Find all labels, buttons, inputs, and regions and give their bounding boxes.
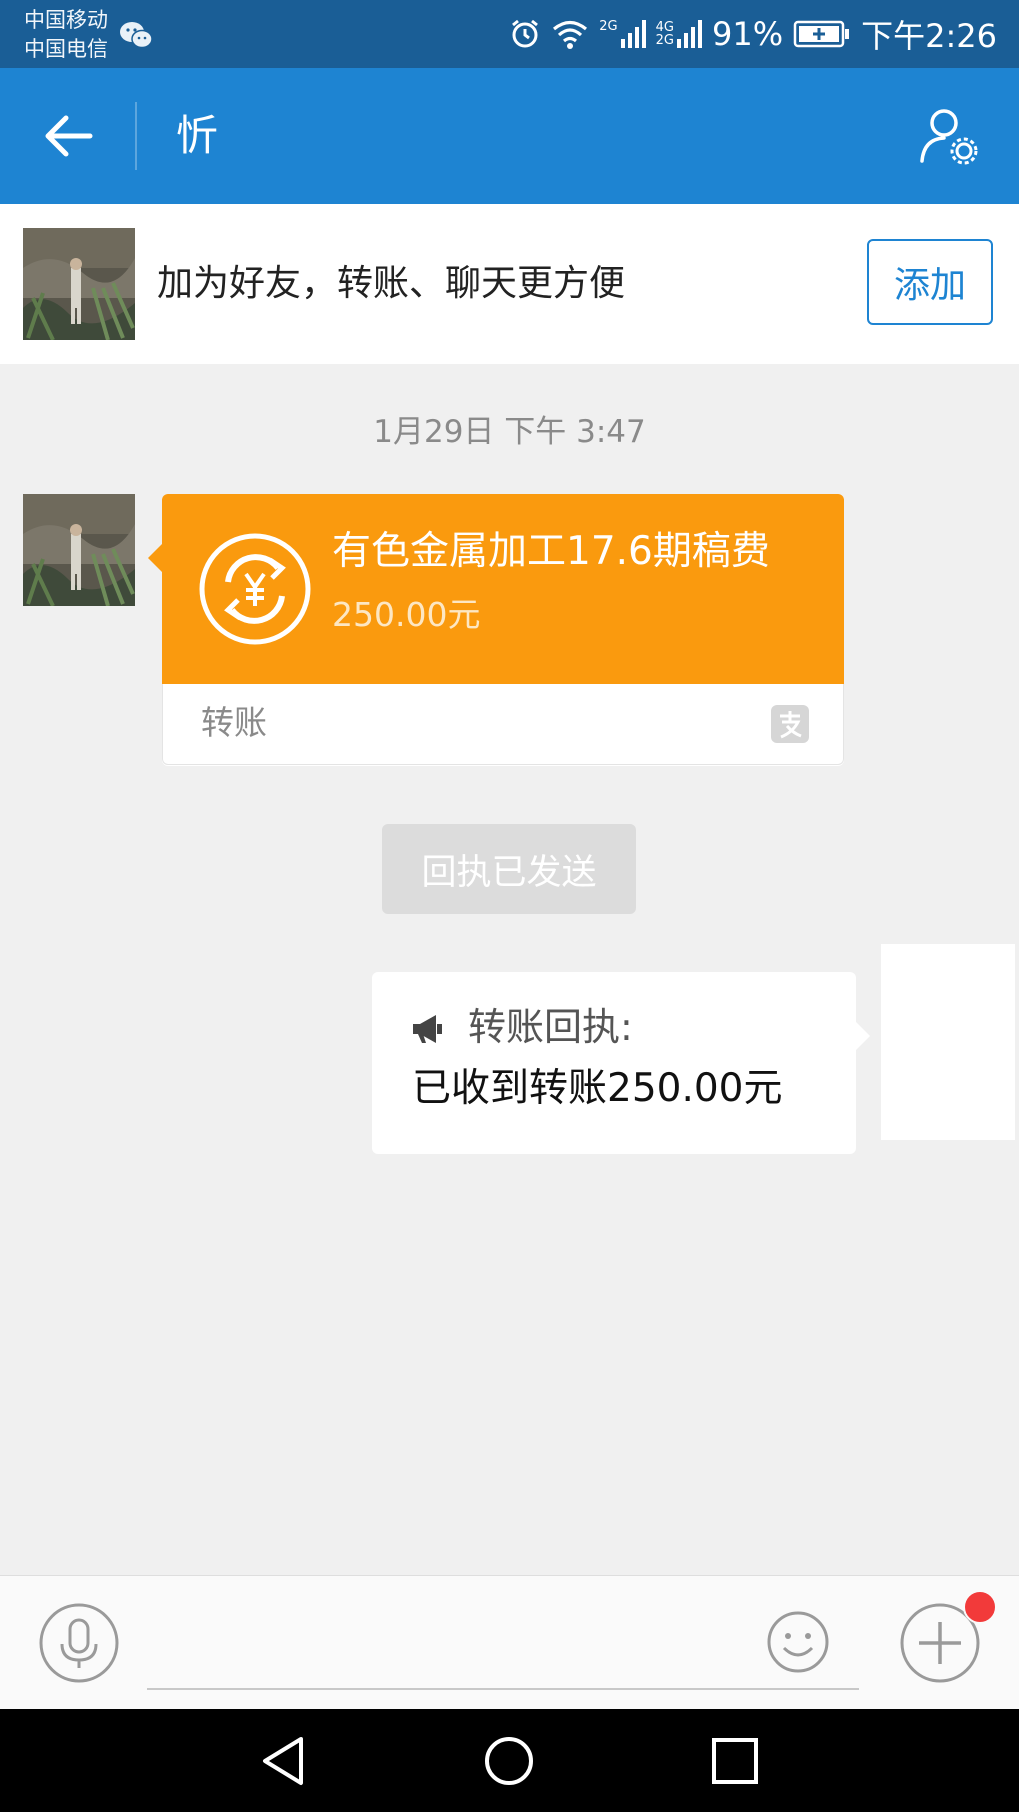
network-label-2b: 2G (655, 33, 674, 48)
my-avatar[interactable] (881, 944, 1015, 1140)
wifi-icon (553, 20, 588, 49)
add-friend-button[interactable]: 添加 (867, 239, 993, 325)
back-arrow-icon (45, 115, 93, 157)
status-indicators: 2G 4G 2G 91% 下午2:26 (509, 0, 997, 68)
transfer-header: 有色金属加工17.6期稿费 250.00元 (162, 494, 844, 684)
receipt-message[interactable]: 转账回执: 已收到转账250.00元 (372, 972, 870, 1154)
nav-recents-icon[interactable] (707, 1733, 763, 1789)
message-input[interactable] (147, 1616, 859, 1690)
bubble-tail (856, 1022, 870, 1050)
system-nav-bar (0, 1709, 1019, 1812)
signal-bars-icon (677, 20, 702, 48)
carrier-info: 中国移动 中国电信 (24, 6, 108, 64)
input-bar (0, 1575, 1019, 1710)
clock: 下午2:26 (861, 17, 997, 55)
wechat-icon (120, 22, 153, 49)
network-label-1: 2G (599, 19, 618, 34)
status-bar: 中国移动 中国电信 2G 4G 2G 91% 下午2:26 (0, 0, 1019, 68)
alarm-icon (512, 19, 539, 48)
page-title: 忻 (176, 111, 219, 160)
transfer-message[interactable]: 有色金属加工17.6期稿费 250.00元 转账 (148, 494, 844, 766)
chat-header: 忻 (0, 68, 1019, 204)
header-divider (135, 102, 137, 170)
alipay-icon (771, 705, 809, 743)
nav-home-icon[interactable] (481, 1733, 537, 1789)
nav-back-icon[interactable] (255, 1733, 311, 1789)
megaphone-icon (413, 1015, 442, 1043)
add-friend-bar: 加为好友，转账、聊天更方便 添加 (0, 204, 1019, 364)
signal-1: 2G (599, 19, 646, 49)
receipt-body: 已收到转账250.00元 (412, 1066, 783, 1111)
user-settings-icon (920, 109, 978, 165)
smiley-icon[interactable] (766, 1610, 830, 1674)
chat-settings-button[interactable] (909, 96, 989, 176)
back-button[interactable] (30, 98, 106, 174)
contact-avatar[interactable] (23, 228, 135, 340)
carrier-2: 中国电信 (24, 37, 108, 61)
sender-avatar[interactable] (23, 494, 135, 606)
signal-2: 4G 2G (656, 19, 702, 49)
battery-charging-icon (793, 20, 850, 48)
add-friend-hint: 加为好友，转账、聊天更方便 (157, 263, 626, 304)
bubble-tail (148, 544, 162, 572)
carrier-1: 中国移动 (24, 8, 108, 32)
microphone-icon[interactable] (38, 1602, 120, 1684)
notification-badge (963, 1590, 997, 1624)
battery-percent: 91% (712, 15, 784, 53)
signal-bars-icon (620, 20, 646, 48)
receipt-title: 转账回执: (468, 1005, 633, 1049)
transfer-label: 转账 (201, 703, 267, 742)
receipt-sent-button[interactable]: 回执已发送 (382, 824, 636, 914)
transfer-footer: 转账 (162, 684, 844, 765)
yen-exchange-icon (199, 533, 311, 645)
transfer-title: 有色金属加工17.6期稿费 (332, 529, 770, 574)
transfer-amount: 250.00元 (332, 595, 481, 634)
message-timestamp: 1月29日 下午 3:47 (373, 414, 646, 450)
